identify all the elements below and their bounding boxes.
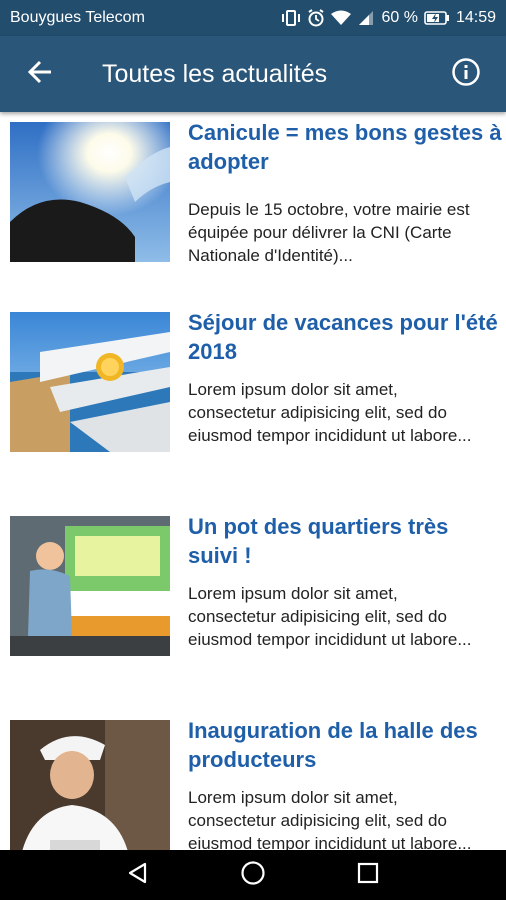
news-thumbnail-sun[interactable]	[10, 122, 170, 262]
recents-square-icon	[357, 862, 379, 889]
carrier-label: Bouygues Telecom	[10, 9, 145, 26]
news-excerpt: Lorem ipsum dolor sit amet, consectetur …	[188, 584, 472, 649]
nav-back-button[interactable]	[108, 850, 168, 900]
vibrate-icon	[281, 9, 301, 27]
nav-recents-button[interactable]	[338, 850, 398, 900]
news-title[interactable]: Séjour de vacances pour l'été 2018	[188, 308, 502, 366]
home-circle-icon	[240, 860, 266, 891]
battery-charging-icon	[424, 11, 450, 25]
status-bar: Bouygues Telecom 60 % 14:59	[0, 0, 506, 36]
app-bar: Toutes les actualités	[0, 36, 506, 112]
news-title[interactable]: Canicule = mes bons gestes à adopter	[188, 118, 502, 176]
clock: 14:59	[455, 9, 496, 26]
news-item[interactable]: Canicule = mes bons gestes à adopter Dep…	[0, 112, 506, 312]
arrow-back-icon	[27, 59, 53, 90]
news-thumbnail-pier[interactable]	[10, 312, 170, 452]
news-item[interactable]: Séjour de vacances pour l'été 2018 Lorem…	[0, 302, 506, 502]
news-excerpt: Lorem ipsum dolor sit amet, consectetur …	[188, 380, 472, 445]
signal-icon	[357, 10, 375, 26]
wifi-icon	[331, 10, 352, 26]
back-triangle-icon	[126, 861, 150, 890]
info-button[interactable]	[426, 36, 506, 112]
news-excerpt: Lorem ipsum dolor sit amet, consectetur …	[188, 788, 472, 850]
info-icon	[451, 57, 481, 92]
news-item[interactable]: Inauguration de la halle des producteurs…	[0, 710, 506, 850]
news-thumbnail-market[interactable]	[10, 720, 170, 850]
nav-home-button[interactable]	[223, 850, 283, 900]
back-button[interactable]	[0, 36, 80, 112]
news-title[interactable]: Un pot des quartiers très suivi !	[188, 512, 502, 570]
news-thumbnail-piano[interactable]	[10, 516, 170, 656]
system-nav-bar	[0, 850, 506, 900]
news-list[interactable]: Canicule = mes bons gestes à adopter Dep…	[0, 112, 506, 850]
news-item[interactable]: Un pot des quartiers très suivi ! Lorem …	[0, 506, 506, 706]
news-excerpt: Depuis le 15 octobre, votre mairie est é…	[188, 200, 470, 265]
battery-percent: 60 %	[381, 9, 418, 26]
page-title: Toutes les actualités	[102, 59, 328, 88]
alarm-icon	[307, 9, 325, 27]
status-icons: 60 % 14:59	[281, 9, 496, 27]
news-title[interactable]: Inauguration de la halle des producteurs	[188, 716, 502, 774]
